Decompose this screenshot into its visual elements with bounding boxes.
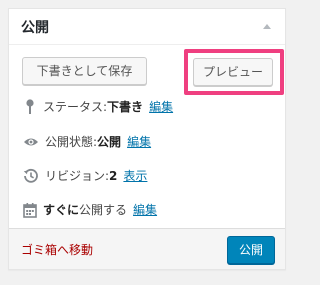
revisions-label: リビジョン:: [45, 169, 110, 183]
box-header[interactable]: 公開: [9, 9, 285, 45]
revisions-row: リビジョン: 2 表示: [23, 167, 147, 184]
publish-box: 公開 下書きとして保存 プレビュー ステータス: 下書き 編集 公開状態: 公開…: [8, 8, 286, 270]
visibility-value: 公開: [97, 135, 122, 149]
history-icon: [23, 168, 38, 183]
schedule-row: すぐに 公開する 編集: [23, 201, 157, 218]
pin-icon: [26, 98, 34, 114]
status-value: 下書き: [107, 100, 144, 114]
preview-highlight-frame: [184, 49, 284, 95]
status-row: ステータス: 下書き 編集: [23, 98, 173, 115]
calendar-icon: [23, 202, 37, 218]
move-to-trash-link[interactable]: ゴミ箱へ移動: [21, 241, 93, 258]
save-draft-button[interactable]: 下書きとして保存: [22, 57, 147, 85]
schedule-value: すぐに: [43, 203, 80, 217]
box-title: 公開: [21, 19, 49, 36]
visibility-row: 公開状態: 公開 編集: [23, 133, 151, 150]
major-publishing-actions: ゴミ箱へ移動 公開: [9, 228, 285, 269]
eye-icon: [24, 138, 38, 145]
publish-button[interactable]: 公開: [227, 236, 275, 264]
schedule-edit-link[interactable]: 編集: [133, 201, 157, 218]
schedule-label: 公開する: [79, 203, 128, 217]
status-label: ステータス:: [43, 100, 108, 114]
revisions-view-link[interactable]: 表示: [123, 167, 147, 184]
triangle-up-icon[interactable]: [263, 24, 271, 29]
visibility-label: 公開状態:: [45, 135, 98, 149]
status-edit-link[interactable]: 編集: [149, 98, 173, 115]
visibility-edit-link[interactable]: 編集: [127, 133, 151, 150]
revisions-count: 2: [109, 168, 118, 183]
